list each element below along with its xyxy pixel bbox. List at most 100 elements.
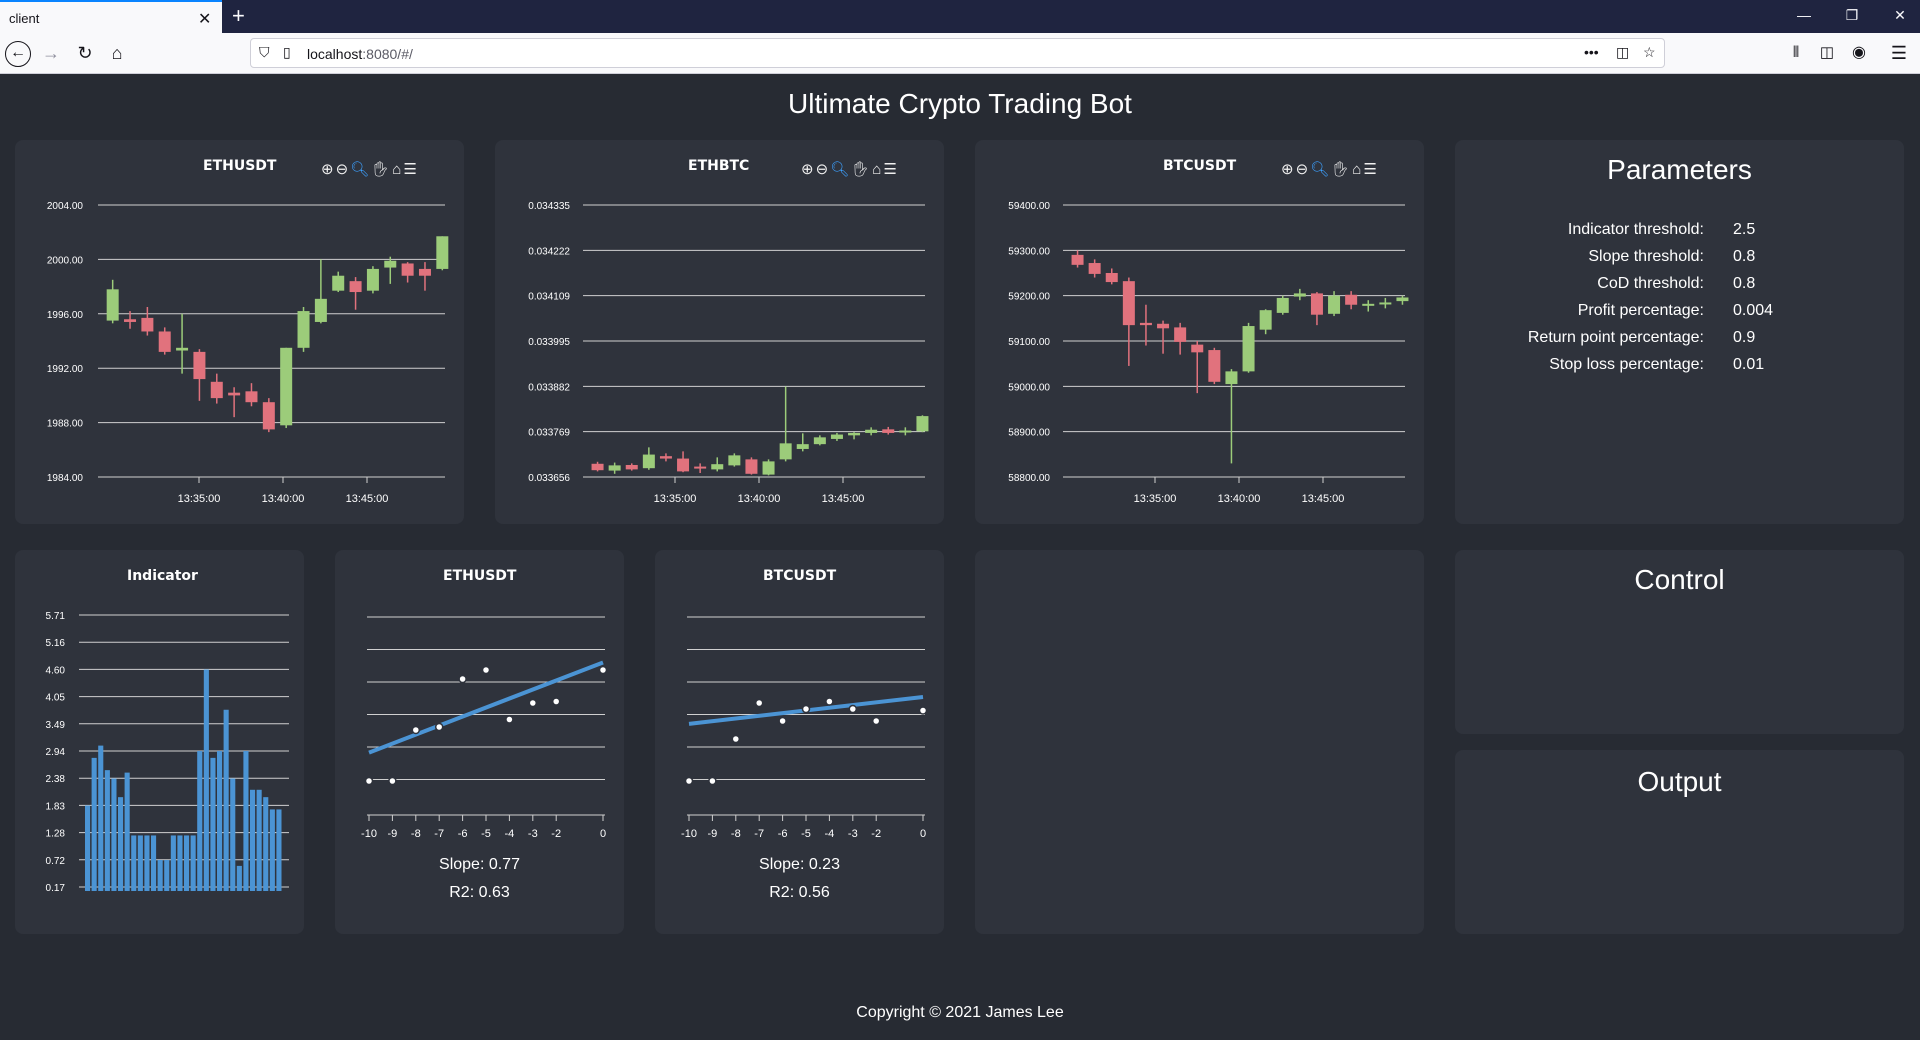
reload-icon[interactable]: ↻ <box>72 41 98 67</box>
indicator-bar <box>144 835 150 891</box>
btcusdt-scatter-chart: -10 -9 -8 -7 -6 -5 -4 -3 -2 0 <box>681 616 928 840</box>
parameter-label: Profit percentage: <box>1577 302 1704 319</box>
x-tick-label: -6 <box>778 828 788 840</box>
x-tick-label: -9 <box>708 828 718 840</box>
minimize-icon[interactable]: — <box>1792 7 1816 23</box>
parameter-label: Indicator threshold: <box>1567 221 1704 238</box>
ethusdt-candle-card: ETHUSDT ⊕⊖🔍︎✋︎⌂☰ 2004.00 2000.00 1996.00 19… <box>15 140 464 524</box>
candle-body <box>1396 297 1409 302</box>
parameter-value: 0.8 <box>1733 248 1756 265</box>
x-tick-label: -10 <box>681 828 697 840</box>
candle-body <box>625 464 638 470</box>
window-close-icon[interactable]: ✕ <box>1888 7 1912 24</box>
candle-body <box>297 311 310 348</box>
candle-body <box>1174 327 1187 342</box>
forward-icon[interactable]: → <box>38 41 64 67</box>
y-tick-label: 3.49 <box>46 720 66 731</box>
candle-body <box>366 268 379 291</box>
btcusdt-candlestick-chart: 59400.00 59300.00 59200.00 59100.00 59000.00… <box>1008 201 1409 505</box>
shield-icon[interactable]: ⛉ <box>259 44 270 61</box>
candle-body <box>401 263 414 276</box>
menu-icon[interactable]: ☰ <box>1886 41 1912 67</box>
candle-body <box>899 430 912 433</box>
indicator-bar <box>269 809 275 891</box>
new-tab-icon[interactable]: + <box>232 3 245 29</box>
x-tick-label: 13:40:00 <box>1218 493 1261 505</box>
ethbtc-candle-card: ETHBTC ⊕⊖🔍︎✋︎⌂☰ 0.034335 0.034222 0.034109… <box>495 140 944 524</box>
candle-body <box>332 275 345 291</box>
candle-body <box>106 289 119 321</box>
url-bar[interactable]: ⛉ ▯ localhost:8080/#/ ••• ◫ ☆ <box>250 38 1665 68</box>
parameters-panel: Parameters Indicator threshold: 2.5 Slope … <box>1455 140 1904 524</box>
pocket-icon[interactable]: ◫ <box>1616 44 1629 61</box>
y-tick-label: 1.28 <box>46 829 66 840</box>
scatter-point <box>825 697 834 706</box>
account-icon[interactable]: ◉ <box>1846 41 1872 67</box>
indicator-bar <box>85 805 91 891</box>
indicator-bar <box>131 835 137 891</box>
bookmark-star-icon[interactable]: ☆ <box>1643 44 1656 61</box>
y-tick-label: 0.033656 <box>528 473 570 484</box>
candle-body <box>349 281 362 293</box>
indicator-bar <box>256 789 262 891</box>
candle-body <box>1242 326 1255 372</box>
x-tick-label: -3 <box>528 828 538 840</box>
candle-body <box>1276 297 1289 313</box>
y-tick-label: 1.83 <box>46 801 66 812</box>
indicator-card: Indicator 5.71 5.16 4.60 4.05 3.49 2.94 2.38 1.… <box>15 550 304 934</box>
indicator-bar <box>184 835 190 891</box>
parameter-value: 0.9 <box>1733 329 1756 346</box>
y-tick-label: 0.72 <box>46 856 66 867</box>
scatter-point <box>754 698 764 708</box>
x-tick-label: -10 <box>361 828 377 840</box>
page-actions-icon[interactable]: ••• <box>1584 44 1599 60</box>
ethbtc-candlestick-chart: 0.034335 0.034222 0.034109 0.033995 0.033882… <box>528 201 929 505</box>
slope-text: Slope: 0.77 <box>439 856 520 873</box>
candle-body <box>418 268 431 276</box>
x-tick-label: -8 <box>411 828 421 840</box>
candle-body <box>1122 281 1135 326</box>
indicator-bar <box>210 757 216 891</box>
candle-body <box>245 391 258 403</box>
regression-line <box>368 660 604 755</box>
y-tick-label: 1988.00 <box>47 419 84 430</box>
y-tick-label: 1984.00 <box>47 473 84 484</box>
indicator-bar <box>190 835 196 891</box>
parameter-value: 0.01 <box>1733 356 1765 373</box>
y-tick-label: 0.034109 <box>528 292 570 303</box>
candle-body <box>642 454 655 469</box>
tab-close-icon[interactable]: ✕ <box>198 9 211 29</box>
y-tick-label: 59400.00 <box>1008 201 1050 212</box>
y-tick-label: 59100.00 <box>1008 337 1050 348</box>
scatter-point <box>684 776 694 786</box>
y-tick-label: 0.033995 <box>528 337 570 348</box>
candle-body <box>141 317 154 332</box>
indicator-bar <box>111 778 117 891</box>
y-tick-label: 59000.00 <box>1008 382 1050 393</box>
y-tick-label: 0.034335 <box>528 201 570 212</box>
indicator-bar <box>263 797 269 891</box>
home-icon[interactable]: ⌂ <box>104 41 130 67</box>
x-tick-label: 13:40:00 <box>738 493 781 505</box>
browser-tab[interactable]: client ✕ <box>0 0 222 33</box>
candle-body <box>210 381 223 399</box>
tab-title: client <box>9 11 40 26</box>
indicator-bar <box>230 778 236 891</box>
candle-body <box>1225 371 1238 385</box>
x-tick-label: -5 <box>481 828 491 840</box>
y-tick-label: 2000.00 <box>47 255 84 266</box>
x-tick-label: -4 <box>505 828 515 840</box>
candle-body <box>314 298 327 322</box>
candle-body <box>158 331 171 352</box>
sidebar-icon[interactable]: ◫ <box>1814 41 1840 67</box>
library-icon[interactable]: ⫴ <box>1783 41 1809 67</box>
back-icon[interactable]: ← <box>5 41 31 67</box>
x-tick-label: -6 <box>458 828 468 840</box>
x-tick-label: -2 <box>871 828 881 840</box>
candle-body <box>1105 273 1118 283</box>
candle-body <box>124 319 137 322</box>
control-title: Control <box>1634 564 1725 595</box>
indicator-bar <box>197 751 203 891</box>
candle-body <box>659 456 672 459</box>
restore-icon[interactable]: ❐ <box>1840 7 1864 24</box>
